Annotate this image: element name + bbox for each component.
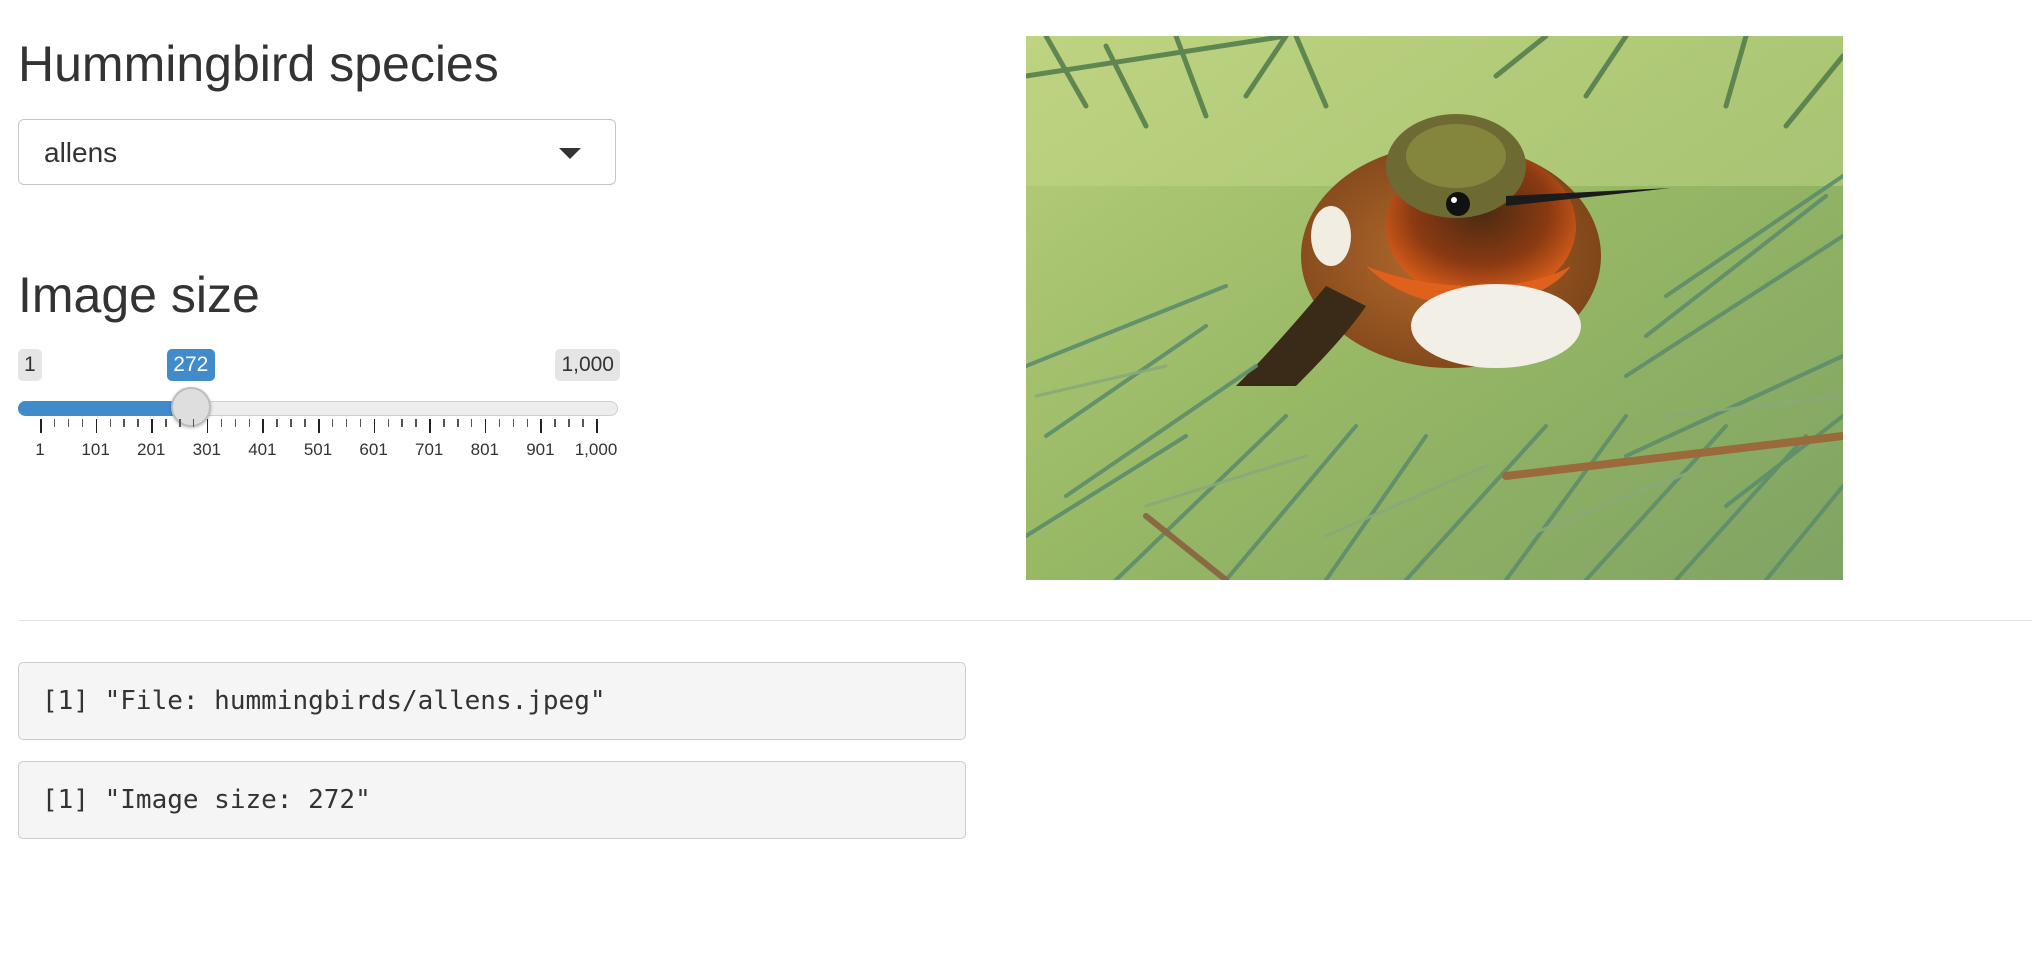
slider-max-label: 1,000 — [555, 349, 620, 381]
slider-minor-tick — [415, 419, 417, 427]
slider-minor-tick — [331, 419, 334, 427]
slider-major-tick — [262, 419, 264, 433]
slider-minor-tick — [276, 419, 278, 427]
slider-major-tick — [373, 419, 376, 433]
slider-minor-tick — [526, 419, 528, 427]
slider-tick-label: 701 — [415, 440, 444, 459]
slider-minor-tick — [554, 419, 556, 427]
page: Hummingbird species allens Image size 1 … — [0, 0, 2032, 964]
slider-minor-tick — [248, 419, 250, 427]
slider-minor-tick — [498, 419, 501, 427]
hummingbird-photo-icon — [1026, 36, 1843, 580]
image-size-heading: Image size — [18, 267, 260, 323]
species-heading: Hummingbird species — [18, 36, 499, 92]
slider-major-tick — [151, 419, 153, 433]
slider-tick-label: 101 — [81, 440, 110, 459]
slider-handle[interactable] — [170, 387, 211, 427]
slider-minor-tick — [109, 419, 111, 427]
slider-major-tick — [206, 419, 209, 433]
slider-major-tick — [95, 419, 98, 433]
slider-minor-tick — [290, 419, 292, 427]
slider-tick-label: 1 — [35, 440, 45, 459]
species-select[interactable]: allens — [18, 119, 616, 185]
slider-tick-label: 1,000 — [574, 440, 618, 459]
slider-major-tick — [318, 419, 320, 433]
slider-minor-tick — [401, 419, 403, 427]
file-output: [1] "File: hummingbirds/allens.jpeg" — [18, 662, 966, 740]
slider-major-tick — [40, 419, 42, 433]
slider-minor-tick — [179, 419, 181, 427]
image-size-output: [1] "Image size: 272" — [18, 761, 966, 839]
slider-minor-tick — [359, 419, 362, 427]
slider-minor-tick — [512, 419, 515, 427]
slider-tick-label: 401 — [248, 440, 277, 459]
slider-tick-label: 801 — [470, 440, 499, 459]
slider-major-tick — [484, 419, 487, 433]
slider-tick-label: 901 — [526, 440, 555, 459]
slider-minor-tick — [387, 419, 389, 427]
slider-minor-tick — [53, 419, 56, 427]
slider-minor-tick — [345, 419, 348, 427]
slider-minor-tick — [123, 419, 125, 427]
slider-tick-label: 301 — [192, 440, 221, 459]
slider-minor-tick — [67, 419, 70, 427]
slider-minor-tick — [220, 419, 223, 427]
slider-minor-tick — [234, 419, 237, 427]
slider-major-tick — [429, 419, 431, 433]
slider-minor-tick — [137, 419, 139, 427]
slider-minor-tick — [443, 419, 445, 427]
slider-minor-tick — [81, 419, 84, 427]
slider-major-tick — [596, 419, 598, 433]
slider-tick-label: 201 — [137, 440, 166, 459]
slider-fill — [18, 401, 191, 416]
slider-value-label: 272 — [166, 349, 215, 381]
slider-minor-tick — [165, 419, 167, 427]
slider-minor-tick — [192, 419, 195, 427]
slider-tick-label: 501 — [303, 440, 333, 459]
slider-minor-tick — [470, 419, 473, 427]
species-select-value: allens — [44, 137, 118, 168]
image-size-slider[interactable]: 1 272 1,000 1 101 201 301 401 501 601 701 801 901… — [18, 347, 620, 467]
slider-major-tick — [540, 419, 542, 433]
slider-minor-tick — [582, 419, 584, 427]
slider-minor-tick — [457, 419, 459, 427]
slider-min-label: 1 — [18, 349, 42, 381]
section-divider — [18, 620, 2032, 621]
slider-tick-label: 601 — [359, 440, 388, 459]
caret-down-icon — [559, 148, 581, 159]
slider-minor-tick — [568, 419, 570, 427]
hummingbird-image — [1026, 36, 1843, 580]
slider-minor-tick — [304, 419, 306, 427]
